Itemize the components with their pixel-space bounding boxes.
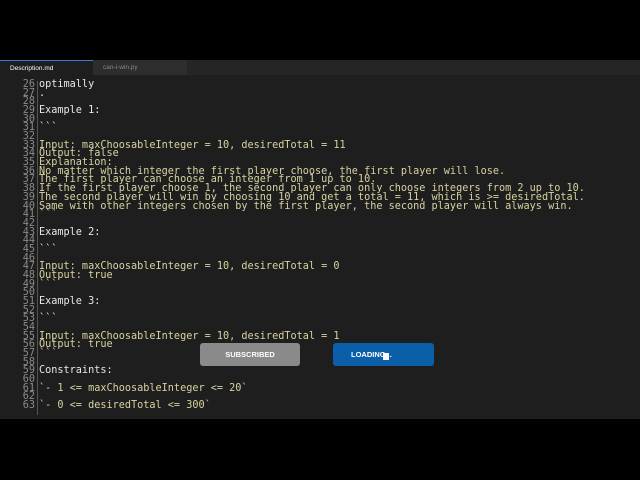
code-line: 31 ``` — [0, 122, 640, 134]
line-text: ``` — [39, 209, 58, 221]
line-text: ``` — [39, 348, 58, 360]
code-line: 63 `- 0 <= desiredTotal <= 300` — [0, 400, 640, 412]
code-line: 53 ``` — [0, 313, 640, 325]
line-text: Example 2: — [39, 226, 101, 238]
line-text: optimally — [39, 79, 95, 90]
line-text: Example 3: — [39, 296, 101, 307]
tab-can-i-win-py[interactable]: can-i-win.py — [93, 60, 187, 75]
line-text: ``` — [39, 313, 58, 325]
tab-description-md[interactable]: Description.md — [0, 60, 93, 75]
code-line: 57 ``` — [0, 348, 640, 360]
line-text: . — [39, 87, 46, 99]
line-text: ``` — [39, 243, 58, 255]
code-line: 29 Example 1: — [0, 105, 640, 117]
code-line: 56 Output: true — [0, 340, 640, 350]
code-line: 44 — [0, 236, 640, 246]
code-editor[interactable]: 26 optimally 27. 28 29 Example 1: 30 31 ``` 32 33 I… — [0, 75, 640, 419]
code-line: 52 — [0, 305, 640, 316]
tab-bar: Description.md can-i-win.py — [0, 60, 640, 75]
line-text: `- 0 <= desiredTotal <= 300` — [39, 400, 211, 412]
code-line: 49 ``` — [0, 278, 640, 290]
code-line: 41 ``` — [0, 209, 640, 221]
mouse-cursor-icon — [383, 353, 389, 360]
line-number: 63 — [22, 400, 35, 412]
line-text: Example 1: — [39, 105, 101, 117]
code-line: 27. — [0, 87, 640, 99]
code-line: 48 Output: true — [0, 271, 640, 281]
code-line: 26 optimally — [0, 79, 640, 90]
code-line: 61 `- 1 <= maxChoosableInteger <= 20` — [0, 382, 640, 394]
line-text: ``` — [39, 278, 58, 290]
line-text: Constraints: — [39, 365, 113, 377]
code-line: 45 ``` — [0, 243, 640, 255]
code-line: 43 Example 2: — [0, 226, 640, 238]
line-text: ``` — [39, 122, 58, 134]
line-text: Same with other integers chosen by the f… — [39, 200, 573, 212]
code-line: 51 Example 3: — [0, 296, 640, 307]
code-line: 40 Same with other integers chosen by the… — [0, 200, 640, 212]
line-text: `- 1 <= maxChoosableInteger <= 20` — [39, 382, 248, 394]
subscribed-button[interactable]: SUBSCRIBED — [200, 343, 300, 366]
code-line: 59 Constraints: — [0, 365, 640, 377]
code-line: 30 — [0, 114, 640, 125]
